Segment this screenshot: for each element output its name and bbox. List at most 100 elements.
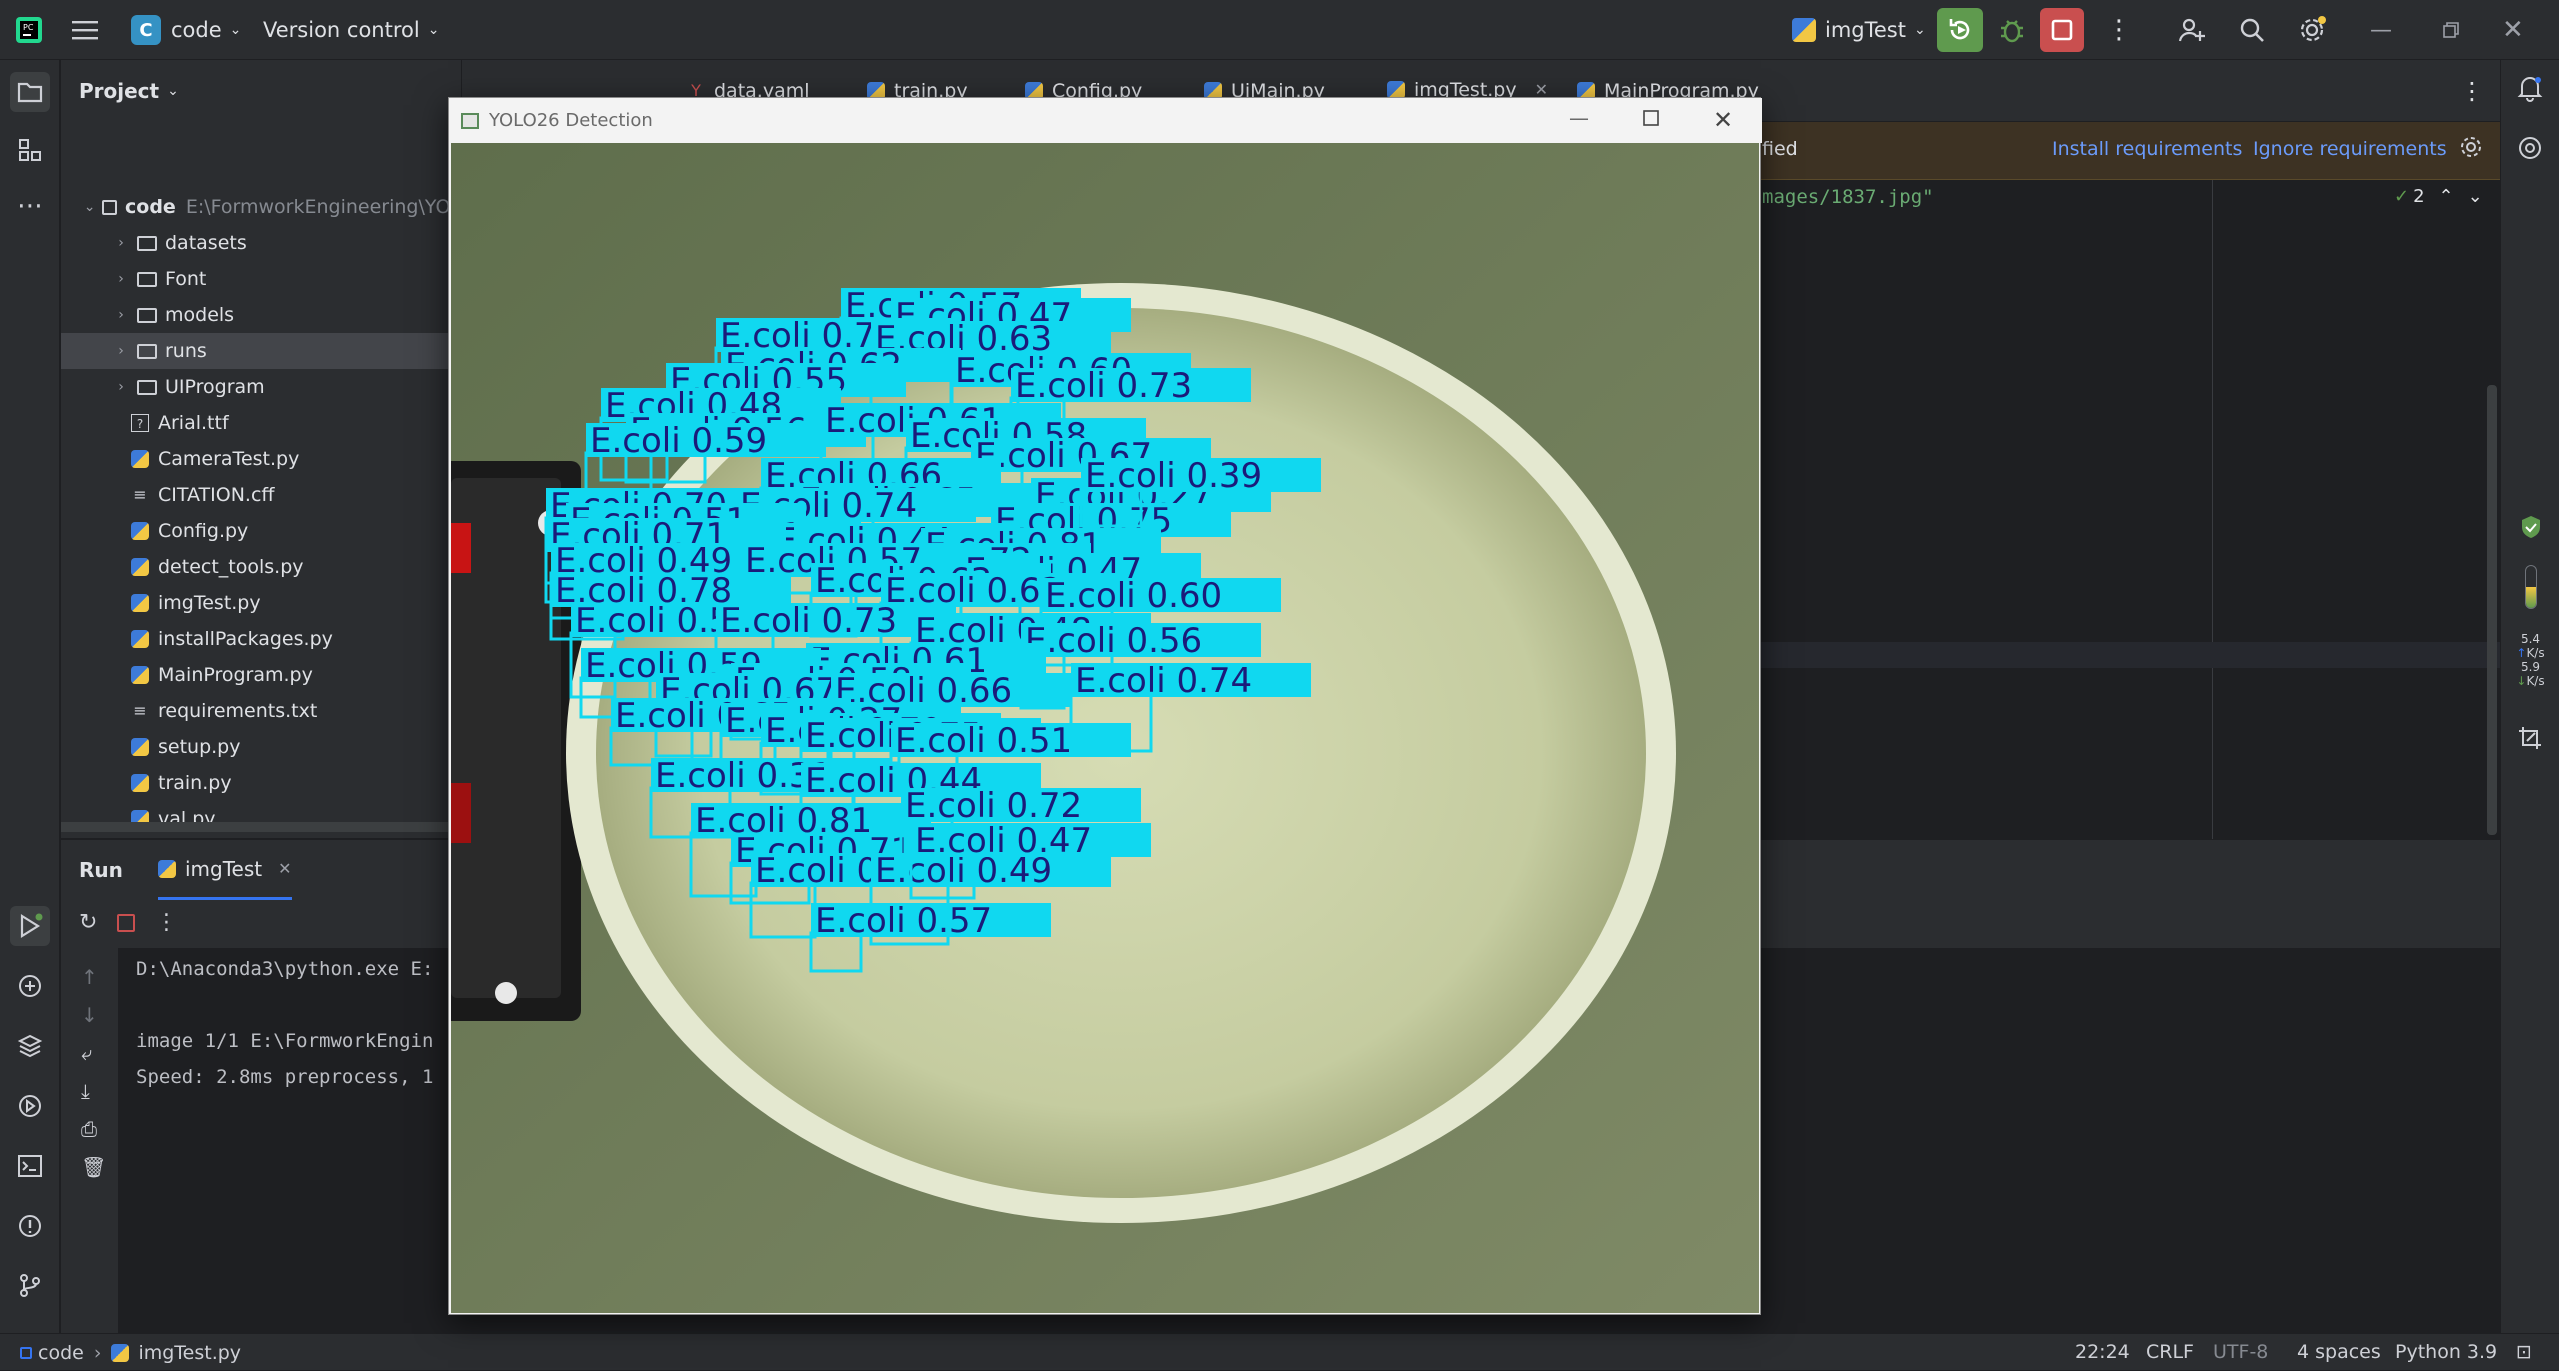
arrow-up-icon[interactable]: ↑: [81, 965, 106, 989]
git-icon[interactable]: [10, 1266, 50, 1306]
yolo-detection-window[interactable]: YOLO26 Detection — ✕ E.coli E.coli 0.47 …: [448, 97, 1762, 1315]
tree-item-label: datasets: [165, 232, 247, 254]
project-tool-folder-icon[interactable]: [10, 72, 50, 112]
status-bar: code › imgTest.py 22:24 CRLF UTF-8 4 spa…: [0, 1333, 2559, 1370]
install-requirements-link[interactable]: Install requirements: [2052, 138, 2242, 160]
tree-item-arial-ttf[interactable]: ? Arial.ttf: [61, 405, 461, 441]
close-icon[interactable]: ✕: [278, 859, 291, 878]
tree-item-cameratest-py[interactable]: CameraTest.py: [61, 441, 461, 477]
indent-setting[interactable]: 4 spaces: [2297, 1341, 2381, 1363]
services-icon[interactable]: [10, 1086, 50, 1126]
soft-wrap-icon[interactable]: ⤶: [81, 1041, 106, 1065]
tree-item-detect-tools-py[interactable]: detect_tools.py: [61, 549, 461, 585]
project-switcher[interactable]: C code ⌄: [131, 0, 241, 60]
debug-button[interactable]: [1998, 0, 2026, 60]
tree-item-font[interactable]: › Font: [61, 261, 461, 297]
tree-item-label: runs: [165, 340, 207, 362]
chevron-right-icon[interactable]: ›: [111, 271, 131, 287]
rerun-button[interactable]: [1937, 8, 1983, 52]
chevron-right-icon[interactable]: ›: [111, 379, 131, 395]
print-icon[interactable]: ⎙: [81, 1117, 106, 1141]
rerun-icon[interactable]: ↻: [79, 910, 97, 935]
detection-label: E.coli 0.51: [895, 721, 1072, 761]
structure-icon[interactable]: [10, 130, 50, 170]
tree-item-label: Font: [165, 268, 207, 290]
chevron-right-icon[interactable]: ›: [111, 343, 131, 359]
lock-icon[interactable]: ⊡: [2516, 1341, 2532, 1363]
notifications-icon[interactable]: [2516, 74, 2544, 107]
bug-icon: [2001, 20, 2023, 43]
tree-item-requirements-txt[interactable]: ≡ requirements.txt: [61, 693, 461, 729]
arrow-down-icon[interactable]: ↓: [81, 1003, 106, 1027]
problems-icon[interactable]: [10, 1206, 50, 1246]
tree-item-installpackages-py[interactable]: installPackages.py: [61, 621, 461, 657]
search-icon[interactable]: [2238, 0, 2266, 60]
text-file-icon: ≡: [133, 701, 147, 720]
tree-root-row[interactable]: ⌄ code E:\FormworkEngineering\YOL: [61, 189, 461, 225]
tree-item-train-py[interactable]: train.py: [61, 765, 461, 801]
tree-item-citation-cff[interactable]: ≡ CITATION.cff: [61, 477, 461, 513]
detection-label: E.coli 0.73: [1015, 366, 1192, 406]
chevron-down-icon: ⌄: [229, 22, 242, 38]
tree-item-setup-py[interactable]: setup.py: [61, 729, 461, 765]
ai-assistant-icon[interactable]: [2516, 134, 2544, 167]
caret-position[interactable]: 22:24: [2075, 1341, 2130, 1363]
code-string: mages/1837.jpg": [1762, 186, 1934, 208]
console-line: image 1/1 E:\FormworkEngin: [136, 1030, 434, 1052]
python-file-icon: [131, 450, 149, 468]
tree-item-imgtest-py[interactable]: imgTest.py: [61, 585, 461, 621]
minimize-icon[interactable]: —: [1569, 106, 1589, 130]
arrow-down-icon: ↓: [2516, 674, 2527, 688]
tree-item-runs[interactable]: › runs: [61, 333, 461, 369]
crop-icon[interactable]: [2517, 725, 2543, 756]
run-tool-icon[interactable]: [10, 906, 50, 946]
tree-item-config-py[interactable]: Config.py: [61, 513, 461, 549]
terminal-icon[interactable]: [10, 1146, 50, 1186]
minimize-icon[interactable]: —: [2370, 0, 2392, 60]
tree-item-datasets[interactable]: › datasets: [61, 225, 461, 261]
trash-icon[interactable]: 🗑: [81, 1155, 106, 1179]
python-console-icon[interactable]: [10, 966, 50, 1006]
vcs-menu[interactable]: Version control ⌄: [263, 0, 439, 60]
inspection-widget[interactable]: ✓ 2 ⌃ ⌄: [2394, 186, 2483, 207]
chevron-right-icon[interactable]: ›: [111, 307, 131, 323]
detection-label: E.coli 0.72: [905, 786, 1082, 826]
add-user-icon[interactable]: [2178, 0, 2206, 60]
yolo-window-titlebar[interactable]: YOLO26 Detection — ✕: [449, 98, 1762, 143]
pycharm-logo[interactable]: PC: [14, 0, 44, 60]
more-tools-icon[interactable]: ⋯: [10, 186, 50, 226]
breadcrumb-project[interactable]: code: [38, 1342, 84, 1364]
main-menu-icon[interactable]: [72, 0, 98, 60]
stop-button[interactable]: [2040, 8, 2084, 52]
chevron-right-icon[interactable]: ›: [111, 235, 131, 251]
stop-icon[interactable]: [117, 913, 136, 932]
file-encoding[interactable]: UTF-8: [2213, 1341, 2268, 1363]
run-config-selector[interactable]: imgTest ⌄: [1792, 0, 1926, 60]
shield-icon[interactable]: [2520, 515, 2542, 544]
vertical-scrollbar[interactable]: [2487, 385, 2497, 835]
project-panel-header[interactable]: Project ⌄: [79, 60, 179, 122]
layers-icon[interactable]: [10, 1026, 50, 1066]
ignore-requirements-link[interactable]: Ignore requirements: [2253, 138, 2447, 160]
close-icon[interactable]: ✕: [1713, 106, 1733, 134]
console-line: D:\Anaconda3\python.exe E:: [136, 958, 434, 980]
breadcrumb-file[interactable]: imgTest.py: [138, 1342, 241, 1364]
close-icon[interactable]: ✕: [2502, 0, 2524, 60]
run-tab-imgtest[interactable]: imgTest ✕: [158, 840, 292, 900]
restore-icon[interactable]: [2442, 0, 2460, 60]
python-interpreter[interactable]: Python 3.9: [2395, 1341, 2497, 1363]
detection-image: E.coli 0.57E.coli 0.47E.coli 0.78E.coli …: [451, 143, 1759, 1313]
tree-item-mainprogram-py[interactable]: MainProgram.py: [61, 657, 461, 693]
more-actions-icon[interactable]: ⋮: [155, 910, 177, 935]
banner-settings-icon[interactable]: [2458, 134, 2484, 165]
maximize-icon[interactable]: [1642, 109, 1660, 132]
settings-gear-icon[interactable]: [2297, 0, 2327, 60]
python-file-icon: [131, 666, 149, 684]
scroll-to-end-icon[interactable]: ⤓: [81, 1079, 106, 1103]
tree-item-uiprogram[interactable]: › UIProgram: [61, 369, 461, 405]
tree-item-models[interactable]: › models: [61, 297, 461, 333]
more-actions-icon[interactable]: ⋮: [2106, 0, 2132, 60]
horizontal-scrollbar[interactable]: [61, 822, 461, 832]
tabs-more-icon[interactable]: ⋮: [2460, 60, 2484, 122]
line-separator[interactable]: CRLF: [2146, 1341, 2194, 1363]
